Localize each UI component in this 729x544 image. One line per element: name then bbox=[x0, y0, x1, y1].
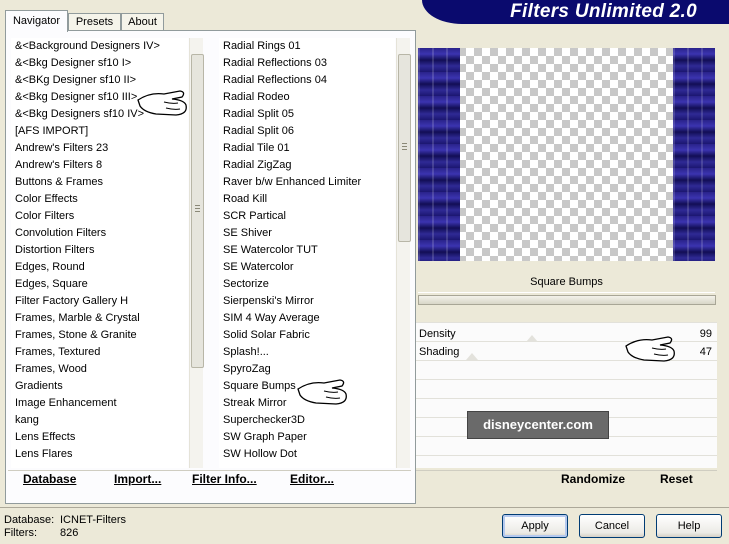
watermark-logo: disneycenter.com bbox=[467, 411, 609, 439]
preview-bumps-right bbox=[673, 48, 715, 261]
shading-value[interactable]: 47 bbox=[700, 346, 712, 358]
filter-list-item[interactable]: Splash!... bbox=[219, 344, 395, 361]
category-list-item[interactable]: &<BKg Designer sf10 II> bbox=[11, 72, 188, 89]
category-list-item[interactable]: &<Background Designers IV> bbox=[11, 38, 188, 55]
apply-button[interactable]: Apply bbox=[502, 514, 568, 538]
database-button[interactable]: Database bbox=[23, 472, 76, 486]
filters-count-label: Filters: bbox=[4, 527, 37, 539]
filter-list-item[interactable]: Road Kill bbox=[219, 191, 395, 208]
category-list-item[interactable]: Lens Flares bbox=[11, 446, 188, 463]
density-value[interactable]: 99 bbox=[700, 328, 712, 340]
category-list-item[interactable]: Color Filters bbox=[11, 208, 188, 225]
filter-list-item[interactable]: Sectorize bbox=[219, 276, 395, 293]
category-list-item[interactable]: Andrew's Filters 23 bbox=[11, 140, 188, 157]
help-button[interactable]: Help bbox=[656, 514, 722, 538]
white-glove-pointer-icon bbox=[625, 336, 675, 362]
shading-slider-marker[interactable] bbox=[466, 353, 478, 360]
database-info-label: Database: bbox=[4, 514, 55, 526]
tab-navigator[interactable]: Navigator bbox=[5, 10, 68, 32]
banner-title: Filters Unlimited 2.0 bbox=[510, 1, 697, 22]
randomize-button[interactable]: Randomize bbox=[561, 472, 625, 486]
filter-list-item[interactable]: SE Watercolor bbox=[219, 259, 395, 276]
category-list-item[interactable]: Andrew's Filters 8 bbox=[11, 157, 188, 174]
tab-about[interactable]: About bbox=[121, 13, 164, 31]
filter-list-item[interactable]: SCR Partical bbox=[219, 208, 395, 225]
category-list-item[interactable]: Buttons & Frames bbox=[11, 174, 188, 191]
filter-list-item[interactable]: Sierpenski's Mirror bbox=[219, 293, 395, 310]
selected-filter-title: Square Bumps bbox=[418, 272, 715, 293]
reset-button[interactable]: Reset bbox=[660, 472, 693, 486]
category-list-item[interactable]: Edges, Square bbox=[11, 276, 188, 293]
density-label: Density bbox=[419, 328, 456, 340]
shading-label: Shading bbox=[419, 346, 460, 358]
category-list-item[interactable]: [AFS IMPORT] bbox=[11, 123, 188, 140]
filter-list-item[interactable]: SW Graph Paper bbox=[219, 429, 395, 446]
category-list-item[interactable]: kang bbox=[11, 412, 188, 429]
filter-list-item[interactable]: Radial Split 06 bbox=[219, 123, 395, 140]
filter-list-item[interactable]: SE Watercolor TUT bbox=[219, 242, 395, 259]
title-banner: Filters Unlimited 2.0 bbox=[422, 0, 729, 24]
category-list-item[interactable]: Color Effects bbox=[11, 191, 188, 208]
cancel-button[interactable]: Cancel bbox=[579, 514, 645, 538]
category-scroll-thumb[interactable] bbox=[191, 54, 204, 368]
preview-bumps-left bbox=[418, 48, 460, 261]
filter-list-item[interactable]: Raver b/w Enhanced Limiter bbox=[219, 174, 395, 191]
filter-list-item[interactable]: Radial Rodeo bbox=[219, 89, 395, 106]
category-list-item[interactable]: Edges, Round bbox=[11, 259, 188, 276]
category-scrollbar[interactable] bbox=[189, 38, 204, 468]
filter-scroll-thumb[interactable] bbox=[398, 54, 411, 242]
progress-bar bbox=[418, 295, 716, 305]
category-list-item[interactable]: Filter Factory Gallery H bbox=[11, 293, 188, 310]
tab-presets[interactable]: Presets bbox=[68, 13, 121, 31]
white-glove-pointer-icon bbox=[297, 379, 347, 405]
filter-scrollbar[interactable] bbox=[396, 38, 411, 468]
filter-list-item[interactable]: SE Shiver bbox=[219, 225, 395, 242]
filter-list-item[interactable]: Radial Split 05 bbox=[219, 106, 395, 123]
filter-list-item[interactable]: SW Hollow Dot bbox=[219, 446, 395, 463]
category-list-item[interactable]: Distortion Filters bbox=[11, 242, 188, 259]
filter-list-item[interactable]: SIM 4 Way Average bbox=[219, 310, 395, 327]
category-list-item[interactable]: Frames, Textured bbox=[11, 344, 188, 361]
database-info-value: ICNET-Filters bbox=[60, 514, 126, 526]
filter-list-item[interactable]: Radial Rings 01 bbox=[219, 38, 395, 55]
filter-list-item[interactable]: Radial Reflections 04 bbox=[219, 72, 395, 89]
import-button[interactable]: Import... bbox=[114, 472, 161, 486]
category-list-item[interactable]: &<Bkg Designer sf10 I> bbox=[11, 55, 188, 72]
category-list-item[interactable]: Lens Effects bbox=[11, 429, 188, 446]
filter-list-item[interactable]: Radial ZigZag bbox=[219, 157, 395, 174]
category-list-item[interactable]: Frames, Stone & Granite bbox=[11, 327, 188, 344]
filter-list-item[interactable]: Superchecker3D bbox=[219, 412, 395, 429]
white-glove-pointer-icon bbox=[137, 90, 187, 116]
filter-list-item[interactable]: Radial Reflections 03 bbox=[219, 55, 395, 72]
filter-list-item[interactable]: Radial Tile 01 bbox=[219, 140, 395, 157]
category-list-item[interactable]: Frames, Marble & Crystal bbox=[11, 310, 188, 327]
category-list-item[interactable]: Frames, Wood bbox=[11, 361, 188, 378]
filter-list-item[interactable]: SpyroZag bbox=[219, 361, 395, 378]
filters-count-value: 826 bbox=[60, 527, 79, 539]
density-slider-marker[interactable] bbox=[526, 335, 538, 342]
category-list-item[interactable]: Image Enhancement bbox=[11, 395, 188, 412]
watermark-text: disneycenter.com bbox=[483, 417, 593, 432]
filter-preview bbox=[418, 48, 715, 261]
category-list-item[interactable]: Gradients bbox=[11, 378, 188, 395]
filter-info-button[interactable]: Filter Info... bbox=[192, 472, 257, 486]
filter-list-item[interactable]: Solid Solar Fabric bbox=[219, 327, 395, 344]
category-list-item[interactable]: Convolution Filters bbox=[11, 225, 188, 242]
editor-button[interactable]: Editor... bbox=[290, 472, 334, 486]
